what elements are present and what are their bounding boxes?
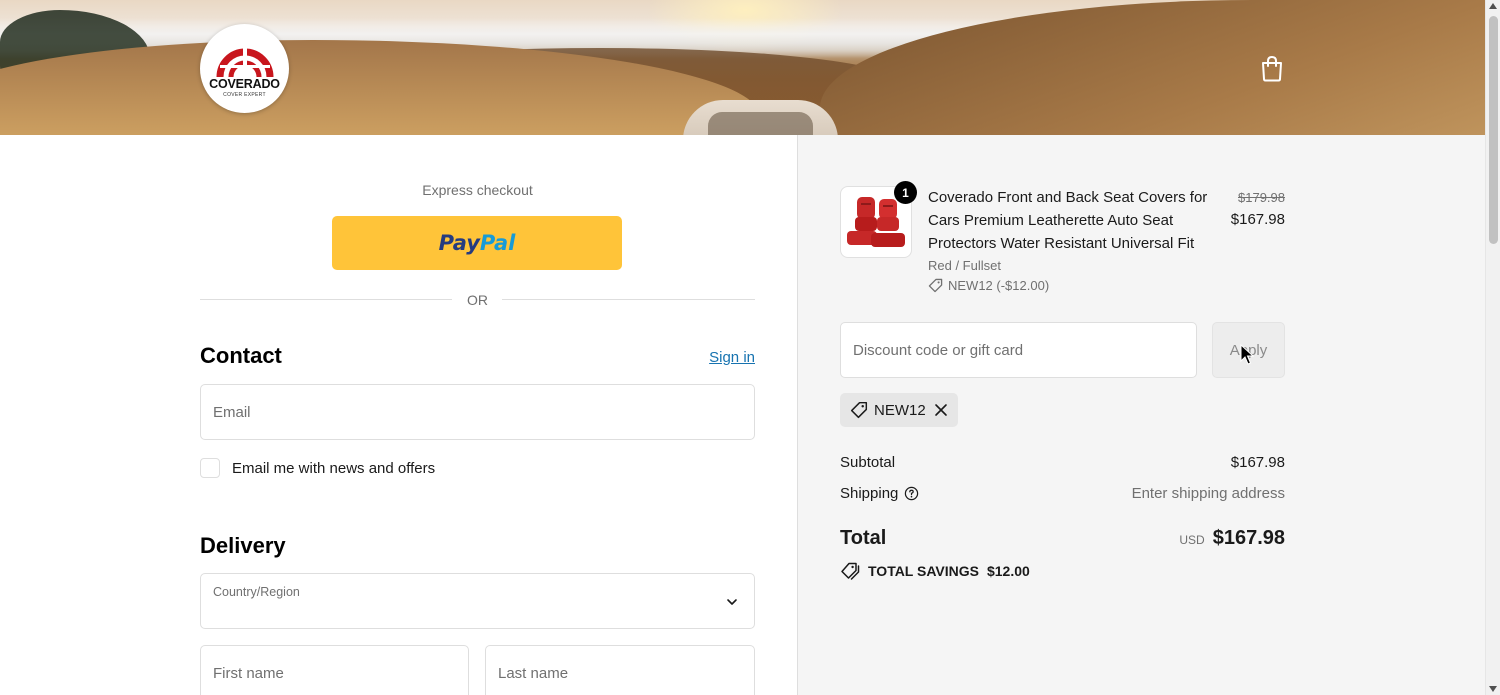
shipping-label-group: Shipping (840, 485, 919, 502)
newsletter-option[interactable]: Email me with news and offers (200, 458, 435, 478)
remove-code-close-icon[interactable] (934, 403, 948, 417)
savings-tags-icon (841, 562, 860, 580)
quantity-badge: 1 (894, 181, 917, 204)
newsletter-checkbox[interactable] (200, 458, 220, 478)
total-savings-row: TOTAL SAVINGS $12.00 (840, 562, 1030, 580)
logo-tagline: COVER EXPERT (223, 92, 266, 98)
subtotal-value: $167.98 (1230, 454, 1285, 471)
last-name-field[interactable] (485, 645, 755, 695)
email-field[interactable] (200, 384, 755, 440)
shopping-bag-icon (1262, 55, 1282, 82)
shipping-label: Shipping (840, 485, 899, 502)
price-current: $167.98 (1230, 211, 1285, 228)
banner-car-window (708, 112, 813, 135)
first-name-input[interactable] (213, 664, 456, 682)
discount-code-input[interactable] (853, 341, 1184, 359)
page-scrollbar[interactable] (1485, 0, 1500, 695)
logo-emblem-icon (216, 47, 273, 78)
savings-value: $12.00 (986, 563, 1030, 579)
or-divider: OR (200, 290, 755, 310)
email-input[interactable] (213, 403, 742, 421)
total-currency: USD (1179, 533, 1205, 547)
product-variant: Red / Fullset (928, 258, 1001, 273)
delivery-heading: Delivery (200, 533, 286, 558)
chevron-down-icon (727, 599, 737, 605)
paypal-text-pay: Pay (438, 231, 480, 255)
tag-icon (928, 278, 943, 293)
store-logo[interactable]: COVERADO COVER EXPERT (200, 24, 289, 113)
price-original: $179.98 (1238, 190, 1285, 205)
total-value: $167.98 (1212, 527, 1285, 549)
first-name-field[interactable] (200, 645, 469, 695)
subtotal-label: Subtotal (840, 454, 896, 471)
discount-code-field[interactable] (840, 322, 1197, 378)
cart-button[interactable] (1259, 54, 1285, 82)
tag-icon (850, 401, 868, 419)
total-label: Total (840, 527, 887, 549)
divider-line-right (502, 299, 755, 300)
shipping-value: Enter shipping address (1131, 485, 1285, 502)
savings-label: TOTAL SAVINGS (868, 563, 979, 579)
product-title: Coverado Front and Back Seat Covers for … (928, 189, 1208, 252)
scroll-down-arrow-icon[interactable] (1489, 686, 1497, 692)
or-text: OR (467, 292, 488, 308)
shipping-row: Shipping Enter shipping address (840, 485, 1285, 502)
scroll-up-arrow-icon[interactable] (1489, 3, 1497, 9)
newsletter-label: Email me with news and offers (232, 459, 436, 477)
contact-heading: Contact (200, 343, 282, 368)
applied-discount-chip: NEW12 (840, 393, 958, 427)
paypal-text-pal: Pal (479, 231, 516, 255)
subtotal-row: Subtotal $167.98 (840, 454, 1285, 471)
product-discount-text: NEW12 (-$12.00) (948, 278, 1050, 293)
help-circle-icon[interactable] (904, 486, 919, 501)
total-row: Total USD $167.98 (840, 527, 1285, 550)
mouse-cursor-icon (1240, 344, 1254, 365)
last-name-input[interactable] (498, 664, 742, 682)
scrollbar-thumb[interactable] (1489, 16, 1498, 244)
applied-code-text: NEW12 (874, 401, 926, 419)
paypal-button[interactable]: Pay Pal (332, 216, 622, 270)
sign-in-link[interactable]: Sign in (690, 349, 755, 366)
country-region-label: Country/Region (213, 585, 300, 599)
country-region-select[interactable]: Country/Region (200, 573, 755, 629)
express-checkout-label: Express checkout (422, 182, 533, 198)
product-discount: NEW12 (-$12.00) (928, 278, 1049, 293)
logo-brand-text: COVERADO (209, 77, 280, 91)
